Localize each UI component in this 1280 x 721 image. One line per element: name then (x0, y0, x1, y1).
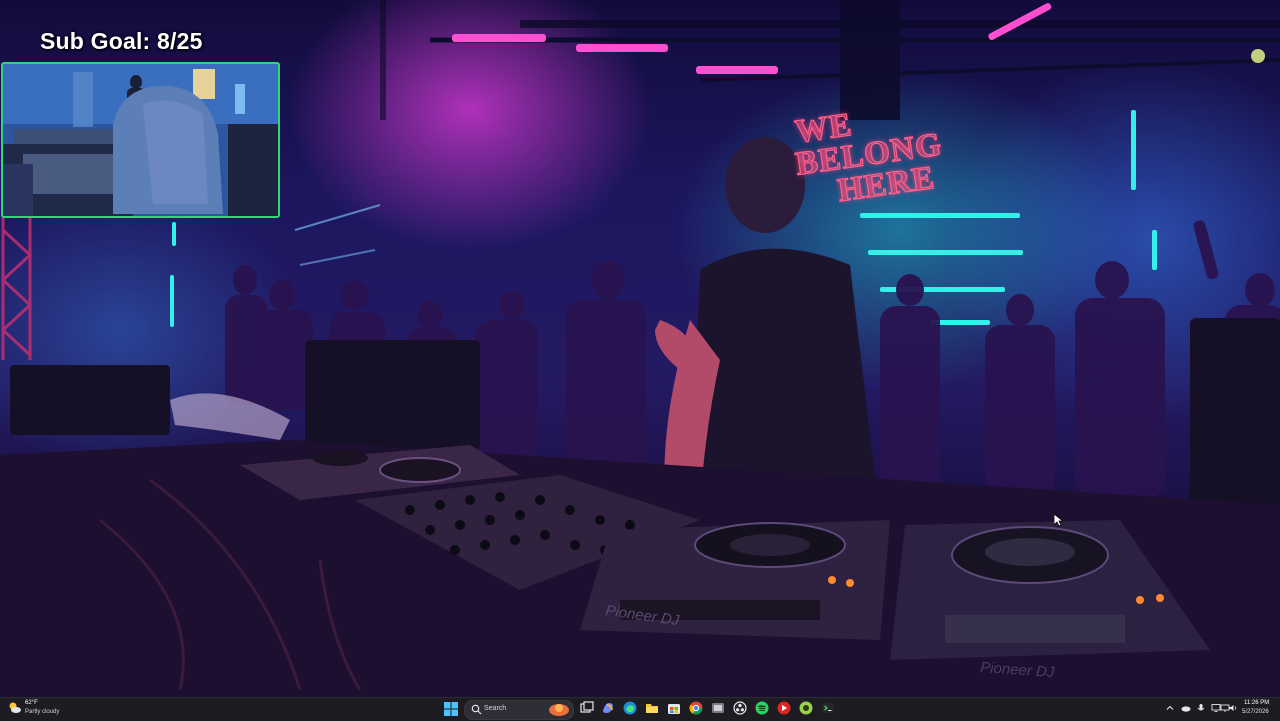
cyan-led-bars (170, 110, 1157, 327)
copilot-icon[interactable] (601, 701, 615, 715)
chrome-icon[interactable] (689, 701, 703, 715)
task-view-icon[interactable] (580, 701, 594, 715)
red-app-icon[interactable] (777, 701, 791, 715)
edge-icon[interactable] (623, 701, 637, 715)
file-explorer-icon[interactable] (645, 701, 659, 715)
mouse-cursor (1054, 514, 1063, 527)
windows-app-icon[interactable] (711, 701, 725, 715)
neon-sign: WE BELONG HERE (789, 93, 973, 226)
windows-start-icon[interactable] (444, 702, 458, 716)
terminal-icon[interactable] (821, 701, 835, 715)
partly-cloudy-icon[interactable] (8, 701, 22, 715)
microphone-icon[interactable] (1196, 703, 1206, 713)
search-icon (471, 704, 482, 715)
clock-date[interactable]: 5/27/2026 (1242, 709, 1269, 715)
onedrive-icon[interactable] (1181, 703, 1191, 713)
windows-taskbar: 62°F Partly cloudy Search 11:26 PM 5/27/… (0, 697, 1280, 721)
obs-icon[interactable] (733, 701, 747, 715)
cdj-player-center: Pioneer DJ (580, 520, 890, 640)
webcam-overlay (1, 62, 280, 218)
stage-truss-left (0, 210, 33, 360)
chevron-up-icon[interactable] (1165, 703, 1175, 713)
weather-temperature[interactable]: 62°F (25, 700, 38, 706)
sub-goal-counter: Sub Goal: 8/25 (40, 28, 203, 54)
volume-icon[interactable] (1228, 703, 1238, 713)
webcam-feed (3, 64, 278, 216)
spotify-icon[interactable] (755, 701, 769, 715)
weather-condition[interactable]: Partly cloudy (25, 709, 59, 715)
store-icon[interactable] (667, 701, 681, 715)
stream-video-frame: Pioneer DJ Pioneer DJ WE BELONG HERE Sub… (0, 0, 1280, 697)
search-highlight-icon (549, 704, 569, 716)
search-placeholder: Search (484, 705, 507, 712)
clock-time[interactable]: 11:26 PM (1244, 700, 1269, 706)
green-app-icon[interactable] (799, 701, 813, 715)
taskbar-search-box[interactable]: Search (464, 700, 574, 720)
